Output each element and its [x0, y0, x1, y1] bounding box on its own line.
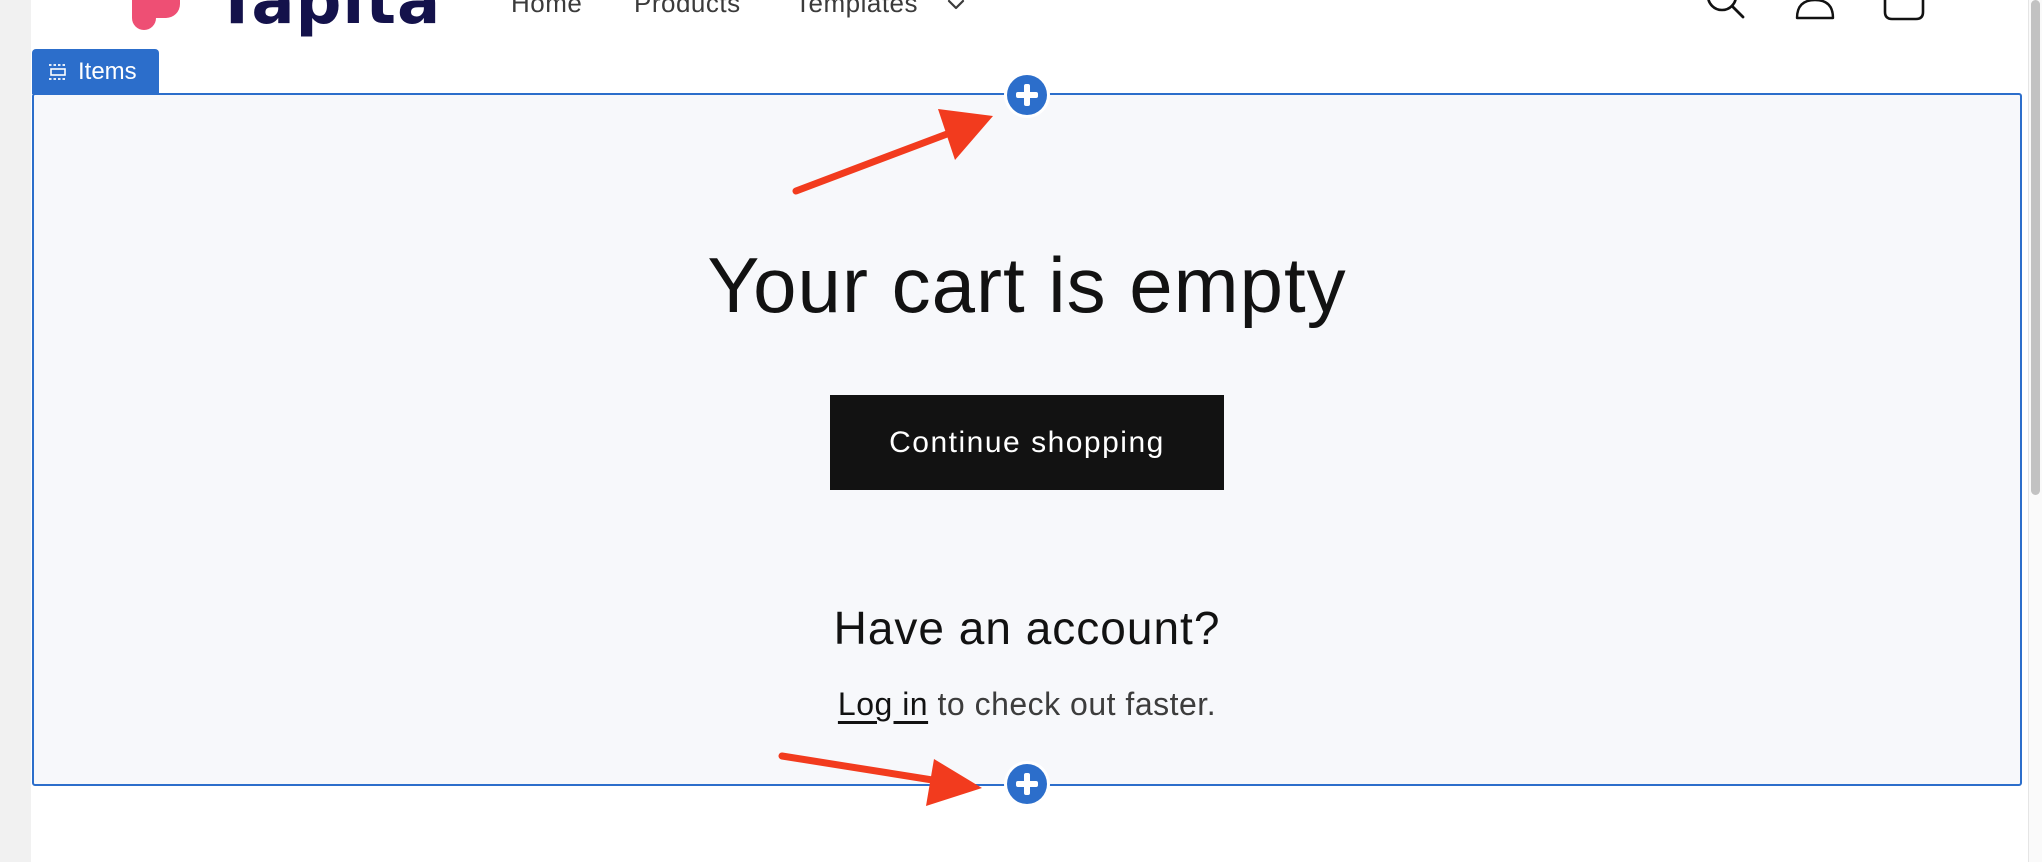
- red-arrow-top: [792, 109, 993, 195]
- annotation-arrows: [778, 109, 993, 806]
- red-arrow-bottom: [778, 752, 982, 806]
